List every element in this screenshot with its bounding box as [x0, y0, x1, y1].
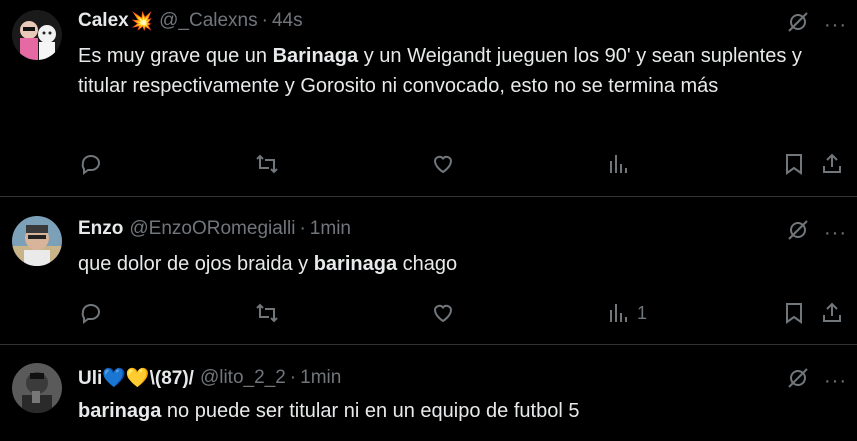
bookmark-button[interactable]	[782, 149, 806, 179]
tweet-header: Uli💙💛\(87)/ @lito_2_2 · 1min	[78, 366, 341, 390]
like-button[interactable]	[431, 149, 455, 179]
avatar[interactable]	[12, 363, 62, 413]
text-segment: que dolor de ojos braida y	[78, 253, 314, 275]
grok-icon[interactable]	[786, 218, 810, 247]
timestamp[interactable]: 1min	[300, 367, 341, 389]
display-name[interactable]: Enzo	[78, 218, 123, 240]
retweet-icon	[256, 303, 278, 323]
separator-dot: ·	[261, 10, 268, 31]
retweet-icon	[256, 154, 278, 174]
tweet-header: Calex 💥 @_Calexns · 44s	[78, 10, 303, 32]
retweet-button[interactable]	[255, 298, 279, 328]
text-segment: Es muy grave que un	[78, 45, 273, 67]
tweet-top-actions: ···	[786, 10, 847, 39]
tweet-text: Es muy grave que un Barinaga y un Weigan…	[78, 41, 818, 101]
user-handle[interactable]: @_Calexns	[159, 10, 258, 32]
bookmark-icon	[786, 154, 802, 175]
tweet[interactable]: Uli💙💛\(87)/ @lito_2_2 · 1min ··· barinag…	[0, 345, 857, 441]
collision-emoji: 💥	[130, 10, 154, 31]
reply-icon	[81, 155, 100, 175]
tweet[interactable]: Enzo @EnzoORomegialli · 1min ··· que dol…	[0, 197, 857, 345]
share-button[interactable]	[820, 149, 844, 179]
tweet[interactable]: Calex 💥 @_Calexns · 44s ··· Es muy grave…	[0, 0, 857, 197]
share-icon	[823, 153, 841, 173]
text-segment-bold: Barinaga	[272, 45, 359, 67]
share-icon	[823, 302, 841, 322]
display-name[interactable]: Calex	[78, 10, 129, 32]
more-icon[interactable]: ···	[824, 15, 847, 35]
tweet-actions: 1	[0, 298, 857, 328]
more-icon[interactable]: ···	[824, 371, 847, 391]
reply-button[interactable]	[79, 298, 103, 328]
like-icon	[433, 304, 453, 323]
timestamp[interactable]: 44s	[272, 10, 303, 32]
text-segment-bold: barinaga	[313, 253, 398, 275]
like-button[interactable]	[431, 298, 455, 328]
text-segment: no puede ser titular ni en un equipo de …	[161, 400, 580, 422]
user-handle[interactable]: @lito_2_2	[200, 367, 286, 389]
text-segment-bold: barinaga	[78, 400, 162, 422]
avatar[interactable]	[12, 216, 62, 266]
bookmark-icon	[786, 303, 802, 324]
tweet-text: barinaga no puede ser titular ni en un e…	[78, 396, 818, 426]
retweet-button[interactable]	[255, 149, 279, 179]
views-icon	[610, 155, 627, 173]
display-name[interactable]: Uli💙💛\(87)/	[78, 366, 194, 390]
tweet-actions	[0, 149, 857, 179]
timestamp[interactable]: 1min	[310, 218, 351, 240]
tweet-text: que dolor de ojos braida y barinaga chag…	[78, 249, 818, 279]
text-segment: chago	[397, 253, 458, 275]
reply-button[interactable]	[79, 149, 103, 179]
separator-dot: ·	[299, 218, 306, 239]
avatar[interactable]	[12, 10, 62, 60]
views-button[interactable]: 1	[607, 298, 647, 328]
bookmark-button[interactable]	[782, 298, 806, 328]
grok-icon[interactable]	[786, 366, 810, 395]
like-icon	[433, 155, 453, 174]
views-count: 1	[637, 302, 648, 323]
reply-icon	[81, 304, 100, 324]
separator-dot: ·	[289, 367, 297, 388]
grok-icon[interactable]	[786, 10, 810, 39]
tweet-top-actions: ···	[786, 366, 847, 395]
share-button[interactable]	[820, 298, 844, 328]
more-icon[interactable]: ···	[824, 223, 847, 243]
views-button[interactable]	[607, 149, 631, 179]
user-handle[interactable]: @EnzoORomegialli	[129, 218, 295, 240]
tweet-header: Enzo @EnzoORomegialli · 1min	[78, 218, 351, 240]
views-icon	[610, 304, 627, 322]
tweet-top-actions: ···	[786, 218, 847, 247]
